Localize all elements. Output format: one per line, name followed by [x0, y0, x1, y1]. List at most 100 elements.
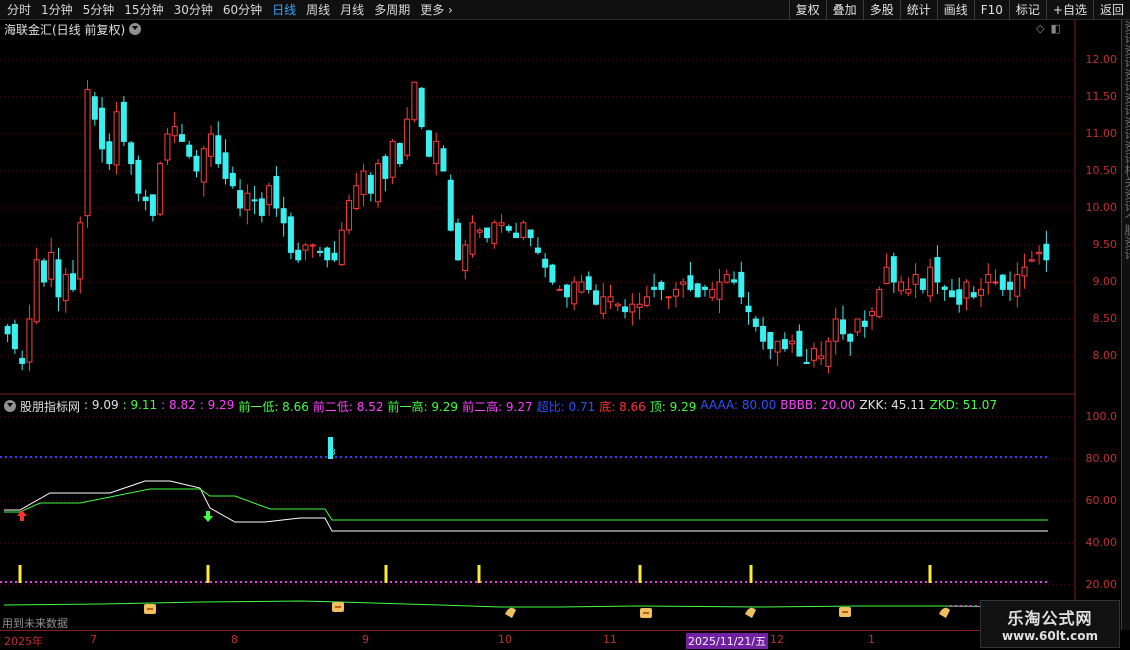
candle-body	[171, 126, 178, 137]
mark-button[interactable]: 标记	[1008, 0, 1046, 20]
dropdown-icon[interactable]	[4, 400, 16, 412]
dropdown-icon[interactable]	[129, 23, 142, 35]
candle-body	[215, 135, 222, 165]
candle-body	[847, 334, 854, 342]
hand-marker-icon	[745, 607, 756, 618]
candle-body	[200, 148, 207, 183]
tab-60min[interactable]: 60分钟	[218, 0, 267, 20]
candle-body	[266, 185, 273, 206]
overlay-button[interactable]: 叠加	[825, 0, 863, 20]
tab-1min[interactable]: 1分钟	[36, 0, 78, 20]
action-buttons: 复权 叠加 多股 统计 画线 F10 标记 +自选 返回	[788, 0, 1130, 20]
candle-body	[513, 232, 520, 239]
candle-body	[106, 141, 113, 165]
candle-body	[607, 296, 614, 303]
main-chart-title[interactable]: 海联金汇(日线 前复权)	[4, 21, 142, 37]
tab-daily[interactable]: 日线	[267, 0, 301, 20]
flag-marker-icon	[839, 607, 851, 617]
candle-body	[832, 318, 839, 342]
zkk-line	[4, 480, 1048, 532]
candle-body	[643, 296, 650, 306]
candle-body	[113, 111, 120, 166]
date-label: 11	[603, 633, 617, 646]
tab-5min[interactable]: 5分钟	[78, 0, 120, 20]
candle-body	[251, 199, 258, 202]
window-icon[interactable]: ◧	[1050, 22, 1060, 35]
candle-body	[549, 264, 556, 283]
candle-body	[186, 144, 193, 157]
candle-body	[781, 339, 788, 350]
candle-body	[164, 133, 171, 161]
draw-line-button[interactable]: 画线	[936, 0, 974, 20]
candle-body	[367, 174, 374, 194]
statistics-button[interactable]: 统计	[899, 0, 937, 20]
candle-body	[905, 288, 912, 294]
candle-body	[26, 318, 33, 363]
candlestick-series	[4, 80, 1050, 374]
watermark-logo: 乐淘公式网 www.60lt.com	[980, 600, 1120, 648]
candle-body	[295, 249, 302, 261]
tab-fenshi[interactable]: 分时	[2, 0, 36, 20]
candle-body	[796, 330, 803, 357]
candle-body	[774, 340, 781, 353]
restore-rights-button[interactable]: 复权	[788, 0, 826, 20]
candle-body	[375, 163, 382, 203]
date-axis: 2025年 7 8 9 10 11 2025/11/21/五 12 1	[0, 630, 1075, 650]
candle-body	[433, 140, 440, 164]
tab-monthly[interactable]: 月线	[335, 0, 369, 20]
candle-body	[1007, 281, 1014, 290]
candle-body	[898, 281, 905, 292]
tab-more[interactable]: 更多 ›	[415, 0, 458, 20]
candle-body	[970, 292, 977, 298]
candle-body	[454, 222, 461, 261]
hand-marker-icon	[939, 607, 950, 618]
tab-30min[interactable]: 30分钟	[169, 0, 218, 20]
candle-body	[331, 252, 338, 261]
candle-body	[273, 175, 280, 209]
tab-15min[interactable]: 15分钟	[119, 0, 168, 20]
yellow-signal-bar	[206, 565, 210, 583]
indicator-value: 前一高: 9.29	[387, 399, 459, 414]
candle-body	[578, 281, 585, 293]
price-tick: 11.50	[1085, 90, 1118, 103]
candle-body	[694, 283, 701, 298]
candle-body	[244, 192, 251, 211]
candle-body	[527, 229, 534, 239]
candle-body	[876, 288, 883, 318]
date-label: 9	[362, 633, 369, 646]
candle-body	[861, 320, 868, 327]
multi-stock-button[interactable]: 多股	[862, 0, 900, 20]
back-button[interactable]: 返回	[1092, 0, 1130, 20]
watermark-url: www.60lt.com	[1001, 629, 1099, 643]
candle-body	[338, 229, 345, 266]
candle-body	[890, 256, 897, 283]
add-watchlist-button[interactable]: +自选	[1045, 0, 1093, 20]
diamond-icon[interactable]: ◇	[1036, 22, 1044, 35]
indicator-name: 股朋指标网	[20, 399, 81, 414]
future-data-note: 用到未来数据	[2, 617, 68, 630]
price-tick: 9.50	[1092, 238, 1118, 251]
yellow-signal-bar	[928, 565, 932, 583]
candle-body	[803, 361, 810, 364]
candle-body	[752, 318, 759, 327]
indicator-tick: 20.00	[1085, 578, 1118, 591]
indicator-value: 超比: 0.71	[536, 399, 596, 414]
date-label: 1	[868, 633, 875, 646]
candle-body	[571, 281, 578, 305]
candle-body	[883, 266, 890, 285]
chevron-right-icon: ›	[448, 3, 453, 17]
candle-body	[941, 286, 948, 290]
indicator-value: 顶: 9.29	[649, 399, 697, 414]
candle-body	[484, 227, 491, 239]
flag-marker-icon	[144, 604, 156, 614]
yellow-signal-bar	[749, 565, 753, 583]
indicator-value: 底: 8.66	[599, 399, 646, 414]
date-label: 8	[231, 633, 238, 646]
right-side-panel[interactable]: 资讯资讯资讯资讯资讯资讯相关资讯个股资讯	[1121, 20, 1130, 630]
tab-weekly[interactable]: 周线	[301, 0, 335, 20]
candle-body	[19, 357, 26, 364]
f10-button[interactable]: F10	[973, 0, 1009, 20]
tab-multi-period[interactable]: 多周期	[369, 0, 415, 20]
candle-body	[229, 172, 236, 187]
candle-body	[534, 247, 541, 253]
